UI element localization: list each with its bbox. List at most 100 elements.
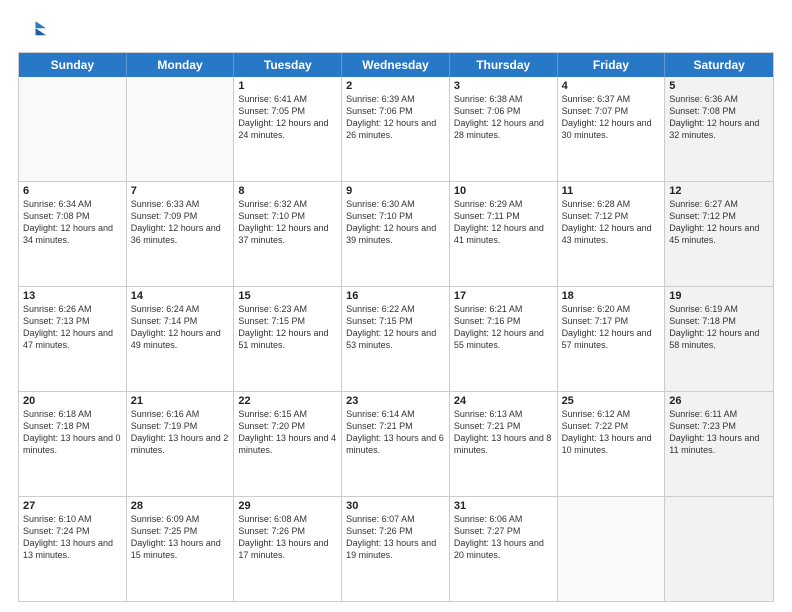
cell-info: Sunrise: 6:32 AM Sunset: 7:10 PM Dayligh…	[238, 198, 337, 247]
cal-cell: 5Sunrise: 6:36 AM Sunset: 7:08 PM Daylig…	[665, 77, 773, 181]
cal-cell	[558, 497, 666, 601]
day-number: 6	[23, 185, 122, 197]
day-number: 9	[346, 185, 445, 197]
day-number: 28	[131, 500, 230, 512]
cal-cell: 2Sunrise: 6:39 AM Sunset: 7:06 PM Daylig…	[342, 77, 450, 181]
cal-cell: 3Sunrise: 6:38 AM Sunset: 7:06 PM Daylig…	[450, 77, 558, 181]
cell-info: Sunrise: 6:37 AM Sunset: 7:07 PM Dayligh…	[562, 93, 661, 142]
calendar: SundayMondayTuesdayWednesdayThursdayFrid…	[18, 52, 774, 602]
cell-info: Sunrise: 6:10 AM Sunset: 7:24 PM Dayligh…	[23, 513, 122, 562]
cal-row: 27Sunrise: 6:10 AM Sunset: 7:24 PM Dayli…	[19, 496, 773, 601]
day-number: 23	[346, 395, 445, 407]
cal-header-day: Tuesday	[234, 53, 342, 77]
cal-cell: 28Sunrise: 6:09 AM Sunset: 7:25 PM Dayli…	[127, 497, 235, 601]
cell-info: Sunrise: 6:23 AM Sunset: 7:15 PM Dayligh…	[238, 303, 337, 352]
cal-cell: 20Sunrise: 6:18 AM Sunset: 7:18 PM Dayli…	[19, 392, 127, 496]
cell-info: Sunrise: 6:11 AM Sunset: 7:23 PM Dayligh…	[669, 408, 769, 457]
cal-row: 1Sunrise: 6:41 AM Sunset: 7:05 PM Daylig…	[19, 77, 773, 181]
cal-cell: 14Sunrise: 6:24 AM Sunset: 7:14 PM Dayli…	[127, 287, 235, 391]
day-number: 14	[131, 290, 230, 302]
day-number: 27	[23, 500, 122, 512]
day-number: 24	[454, 395, 553, 407]
day-number: 11	[562, 185, 661, 197]
cal-cell: 11Sunrise: 6:28 AM Sunset: 7:12 PM Dayli…	[558, 182, 666, 286]
day-number: 31	[454, 500, 553, 512]
cal-cell: 22Sunrise: 6:15 AM Sunset: 7:20 PM Dayli…	[234, 392, 342, 496]
cell-info: Sunrise: 6:12 AM Sunset: 7:22 PM Dayligh…	[562, 408, 661, 457]
cell-info: Sunrise: 6:28 AM Sunset: 7:12 PM Dayligh…	[562, 198, 661, 247]
cal-cell: 4Sunrise: 6:37 AM Sunset: 7:07 PM Daylig…	[558, 77, 666, 181]
day-number: 18	[562, 290, 661, 302]
cal-header-day: Sunday	[19, 53, 127, 77]
cal-header-day: Saturday	[665, 53, 773, 77]
cal-cell: 17Sunrise: 6:21 AM Sunset: 7:16 PM Dayli…	[450, 287, 558, 391]
cal-header-day: Monday	[127, 53, 235, 77]
cell-info: Sunrise: 6:33 AM Sunset: 7:09 PM Dayligh…	[131, 198, 230, 247]
day-number: 25	[562, 395, 661, 407]
day-number: 4	[562, 80, 661, 92]
day-number: 3	[454, 80, 553, 92]
calendar-header: SundayMondayTuesdayWednesdayThursdayFrid…	[19, 53, 773, 77]
cal-cell: 1Sunrise: 6:41 AM Sunset: 7:05 PM Daylig…	[234, 77, 342, 181]
day-number: 29	[238, 500, 337, 512]
cell-info: Sunrise: 6:06 AM Sunset: 7:27 PM Dayligh…	[454, 513, 553, 562]
cell-info: Sunrise: 6:21 AM Sunset: 7:16 PM Dayligh…	[454, 303, 553, 352]
cal-cell: 29Sunrise: 6:08 AM Sunset: 7:26 PM Dayli…	[234, 497, 342, 601]
cal-cell	[127, 77, 235, 181]
logo	[18, 16, 50, 44]
day-number: 26	[669, 395, 769, 407]
cell-info: Sunrise: 6:22 AM Sunset: 7:15 PM Dayligh…	[346, 303, 445, 352]
cell-info: Sunrise: 6:34 AM Sunset: 7:08 PM Dayligh…	[23, 198, 122, 247]
cal-cell	[665, 497, 773, 601]
day-number: 5	[669, 80, 769, 92]
cal-cell: 24Sunrise: 6:13 AM Sunset: 7:21 PM Dayli…	[450, 392, 558, 496]
cell-info: Sunrise: 6:30 AM Sunset: 7:10 PM Dayligh…	[346, 198, 445, 247]
cell-info: Sunrise: 6:20 AM Sunset: 7:17 PM Dayligh…	[562, 303, 661, 352]
cell-info: Sunrise: 6:36 AM Sunset: 7:08 PM Dayligh…	[669, 93, 769, 142]
cal-cell	[19, 77, 127, 181]
day-number: 30	[346, 500, 445, 512]
cal-cell: 30Sunrise: 6:07 AM Sunset: 7:26 PM Dayli…	[342, 497, 450, 601]
cal-header-day: Friday	[558, 53, 666, 77]
day-number: 8	[238, 185, 337, 197]
cell-info: Sunrise: 6:27 AM Sunset: 7:12 PM Dayligh…	[669, 198, 769, 247]
cal-cell: 26Sunrise: 6:11 AM Sunset: 7:23 PM Dayli…	[665, 392, 773, 496]
cell-info: Sunrise: 6:08 AM Sunset: 7:26 PM Dayligh…	[238, 513, 337, 562]
cell-info: Sunrise: 6:16 AM Sunset: 7:19 PM Dayligh…	[131, 408, 230, 457]
cell-info: Sunrise: 6:07 AM Sunset: 7:26 PM Dayligh…	[346, 513, 445, 562]
cal-cell: 12Sunrise: 6:27 AM Sunset: 7:12 PM Dayli…	[665, 182, 773, 286]
cell-info: Sunrise: 6:38 AM Sunset: 7:06 PM Dayligh…	[454, 93, 553, 142]
day-number: 15	[238, 290, 337, 302]
day-number: 7	[131, 185, 230, 197]
cell-info: Sunrise: 6:26 AM Sunset: 7:13 PM Dayligh…	[23, 303, 122, 352]
cell-info: Sunrise: 6:15 AM Sunset: 7:20 PM Dayligh…	[238, 408, 337, 457]
cal-cell: 27Sunrise: 6:10 AM Sunset: 7:24 PM Dayli…	[19, 497, 127, 601]
day-number: 13	[23, 290, 122, 302]
calendar-body: 1Sunrise: 6:41 AM Sunset: 7:05 PM Daylig…	[19, 77, 773, 601]
cal-cell: 9Sunrise: 6:30 AM Sunset: 7:10 PM Daylig…	[342, 182, 450, 286]
cell-info: Sunrise: 6:19 AM Sunset: 7:18 PM Dayligh…	[669, 303, 769, 352]
cal-cell: 13Sunrise: 6:26 AM Sunset: 7:13 PM Dayli…	[19, 287, 127, 391]
day-number: 16	[346, 290, 445, 302]
day-number: 2	[346, 80, 445, 92]
day-number: 22	[238, 395, 337, 407]
cal-cell: 16Sunrise: 6:22 AM Sunset: 7:15 PM Dayli…	[342, 287, 450, 391]
day-number: 21	[131, 395, 230, 407]
cal-row: 6Sunrise: 6:34 AM Sunset: 7:08 PM Daylig…	[19, 181, 773, 286]
cal-cell: 6Sunrise: 6:34 AM Sunset: 7:08 PM Daylig…	[19, 182, 127, 286]
cal-row: 20Sunrise: 6:18 AM Sunset: 7:18 PM Dayli…	[19, 391, 773, 496]
day-number: 20	[23, 395, 122, 407]
cell-info: Sunrise: 6:09 AM Sunset: 7:25 PM Dayligh…	[131, 513, 230, 562]
cal-cell: 31Sunrise: 6:06 AM Sunset: 7:27 PM Dayli…	[450, 497, 558, 601]
cell-info: Sunrise: 6:29 AM Sunset: 7:11 PM Dayligh…	[454, 198, 553, 247]
day-number: 1	[238, 80, 337, 92]
cal-cell: 7Sunrise: 6:33 AM Sunset: 7:09 PM Daylig…	[127, 182, 235, 286]
cal-row: 13Sunrise: 6:26 AM Sunset: 7:13 PM Dayli…	[19, 286, 773, 391]
cal-cell: 25Sunrise: 6:12 AM Sunset: 7:22 PM Dayli…	[558, 392, 666, 496]
cal-cell: 18Sunrise: 6:20 AM Sunset: 7:17 PM Dayli…	[558, 287, 666, 391]
cell-info: Sunrise: 6:41 AM Sunset: 7:05 PM Dayligh…	[238, 93, 337, 142]
cal-cell: 21Sunrise: 6:16 AM Sunset: 7:19 PM Dayli…	[127, 392, 235, 496]
cell-info: Sunrise: 6:13 AM Sunset: 7:21 PM Dayligh…	[454, 408, 553, 457]
cell-info: Sunrise: 6:14 AM Sunset: 7:21 PM Dayligh…	[346, 408, 445, 457]
cell-info: Sunrise: 6:18 AM Sunset: 7:18 PM Dayligh…	[23, 408, 122, 457]
